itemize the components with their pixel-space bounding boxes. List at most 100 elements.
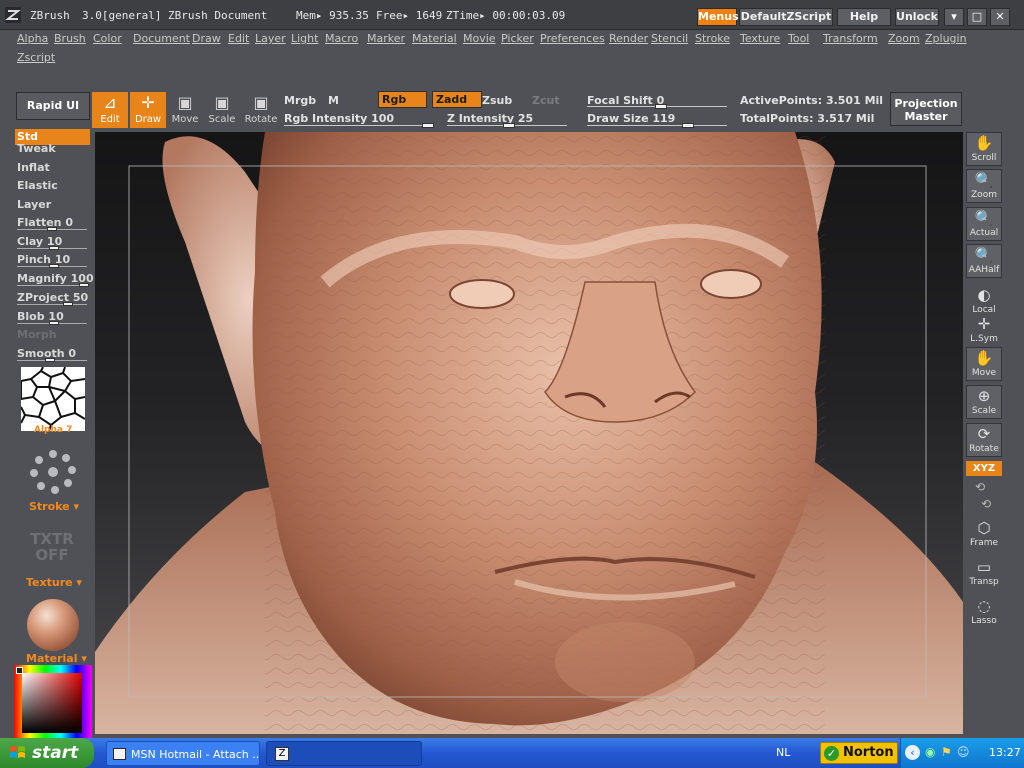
rotate-tool[interactable]: ▣ Rotate <box>243 92 279 128</box>
magnify-slider[interactable] <box>17 283 89 287</box>
material-sphere[interactable] <box>27 599 79 651</box>
rgb-toggle[interactable]: Rgb <box>378 91 427 108</box>
stroke-thumbnail[interactable] <box>26 448 80 498</box>
zcut-toggle[interactable]: Zcut <box>532 94 560 107</box>
lasso-button[interactable]: ◌ Lasso <box>966 596 1002 630</box>
brush-morph[interactable]: Morph <box>17 328 57 341</box>
tray-security-icon[interactable]: ⚑ <box>941 745 952 759</box>
smooth-knob[interactable] <box>45 358 55 362</box>
menu-stencil[interactable]: Stencil <box>651 32 688 45</box>
pinch-slider[interactable] <box>17 264 87 268</box>
draw-size-knob[interactable] <box>682 123 694 128</box>
clay-slider[interactable] <box>17 246 87 250</box>
brush-tweak[interactable]: Tweak <box>17 142 56 155</box>
zadd-toggle[interactable]: Zadd <box>432 91 482 108</box>
task-hotmail[interactable]: MSN Hotmail - Attach ... <box>106 741 260 766</box>
menu-movie[interactable]: Movie <box>463 32 496 45</box>
menu-macro[interactable]: Macro <box>325 32 358 45</box>
rgb-intensity-knob[interactable] <box>422 123 434 128</box>
brush-layer[interactable]: Layer <box>17 198 51 211</box>
tray-expand-icon[interactable]: ‹ <box>905 745 920 760</box>
blob-slider[interactable] <box>17 321 87 325</box>
menu-marker[interactable]: Marker <box>367 32 405 45</box>
help-button[interactable]: Help <box>837 8 891 26</box>
z-intensity-knob[interactable] <box>503 123 515 128</box>
brush-flatten[interactable]: Flatten 0 <box>17 216 73 229</box>
move-view-button[interactable]: ✋ Move <box>966 347 1002 381</box>
brush-elastic[interactable]: Elastic <box>17 179 58 192</box>
scroll-button[interactable]: ✋ Scroll <box>966 132 1002 166</box>
alpha-label[interactable]: Alpha 7 <box>34 425 72 435</box>
menu-transform[interactable]: Transform <box>823 32 878 45</box>
lsym-button[interactable]: ✛ L.Sym <box>966 314 1002 348</box>
rotate-z-icon[interactable]: ⟲ <box>981 497 991 511</box>
rotate-view-button[interactable]: ⟳ Rotate <box>966 423 1002 457</box>
menu-edit[interactable]: Edit <box>228 32 249 45</box>
actual-button[interactable]: 🔍 Actual <box>966 207 1002 241</box>
m-toggle[interactable]: M <box>328 94 339 107</box>
focal-shift-slider[interactable] <box>587 104 727 109</box>
menu-alpha[interactable]: Alpha <box>17 32 48 45</box>
z-intensity-slider[interactable] <box>447 123 567 128</box>
menus-button[interactable]: Menus <box>697 8 739 26</box>
scale-view-button[interactable]: ⊕ Scale <box>966 385 1002 419</box>
zproject-slider[interactable] <box>17 302 87 306</box>
menu-zoom[interactable]: Zoom <box>888 32 920 45</box>
mrgb-toggle[interactable]: Mrgb <box>284 94 316 107</box>
minimize-button[interactable]: ▾ <box>944 8 964 26</box>
texture-thumbnail[interactable]: TXTR OFF <box>28 531 76 563</box>
brush-zproject[interactable]: ZProject 50 <box>17 291 88 304</box>
smooth-slider[interactable] <box>17 358 87 362</box>
menu-texture[interactable]: Texture <box>740 32 780 45</box>
aahalf-button[interactable]: 🔍 AAHalf <box>966 244 1002 278</box>
menu-preferences[interactable]: Preferences <box>540 32 605 45</box>
zsub-toggle[interactable]: Zsub <box>482 94 512 107</box>
tray-messenger-icon[interactable]: ☺ <box>957 745 970 759</box>
sculpt-model[interactable] <box>95 132 963 734</box>
close-button[interactable]: ✕ <box>990 8 1010 26</box>
rapid-ui-button[interactable]: Rapid UI <box>16 92 90 120</box>
menu-color[interactable]: Color <box>93 32 122 45</box>
alpha-thumbnail[interactable] <box>21 367 85 431</box>
menu-material[interactable]: Material <box>412 32 457 45</box>
scale-tool[interactable]: ▣ Scale <box>204 92 240 128</box>
unlock-button[interactable]: Unlock <box>895 8 939 26</box>
norton-button[interactable]: ✓ Norton <box>820 742 898 764</box>
edit-tool[interactable]: ⊿ Edit <box>92 92 128 128</box>
xyz-toggle[interactable]: XYZ <box>966 461 1002 476</box>
language-indicator[interactable]: NL <box>776 746 790 759</box>
draw-tool[interactable]: ✛ Draw <box>130 92 166 128</box>
menu-light[interactable]: Light <box>291 32 318 45</box>
draw-size-slider[interactable] <box>587 123 727 128</box>
color-picker[interactable] <box>14 665 92 738</box>
stroke-label[interactable]: Stroke ▾ <box>29 500 79 513</box>
clay-knob[interactable] <box>49 246 59 250</box>
menu-draw[interactable]: Draw <box>192 32 221 45</box>
move-tool[interactable]: ▣ Move <box>167 92 203 128</box>
task-zbrush[interactable]: Z <box>266 741 422 766</box>
menu-tool[interactable]: Tool <box>788 32 809 45</box>
menu-stroke[interactable]: Stroke <box>695 32 730 45</box>
default-zscript-button[interactable]: DefaultZScript <box>739 8 833 26</box>
flatten-knob[interactable] <box>47 227 57 231</box>
menu-document[interactable]: Document <box>133 32 190 45</box>
zoom-button[interactable]: 🔍 Zoom <box>966 169 1002 203</box>
material-label[interactable]: Material ▾ <box>26 652 87 665</box>
flatten-slider[interactable] <box>17 227 87 231</box>
rotate-y-icon[interactable]: ⟲ <box>975 480 985 494</box>
magnify-knob[interactable] <box>79 283 89 287</box>
menu-render[interactable]: Render <box>609 32 648 45</box>
rgb-intensity-slider[interactable] <box>284 123 434 128</box>
blob-knob[interactable] <box>49 321 59 325</box>
texture-label[interactable]: Texture ▾ <box>26 576 82 589</box>
brush-inflat[interactable]: Inflat <box>17 161 50 174</box>
document-canvas[interactable] <box>95 132 963 734</box>
menu-layer[interactable]: Layer <box>255 32 286 45</box>
projection-master-button[interactable]: Projection Master <box>890 92 962 126</box>
menu-zplugin[interactable]: Zplugin <box>925 32 967 45</box>
maximize-button[interactable]: □ <box>967 8 987 26</box>
color-square[interactable] <box>22 673 82 733</box>
frame-button[interactable]: ⬡ Frame <box>966 518 1002 552</box>
transp-button[interactable]: ▭ Transp <box>966 557 1002 591</box>
focal-shift-knob[interactable] <box>655 104 667 109</box>
